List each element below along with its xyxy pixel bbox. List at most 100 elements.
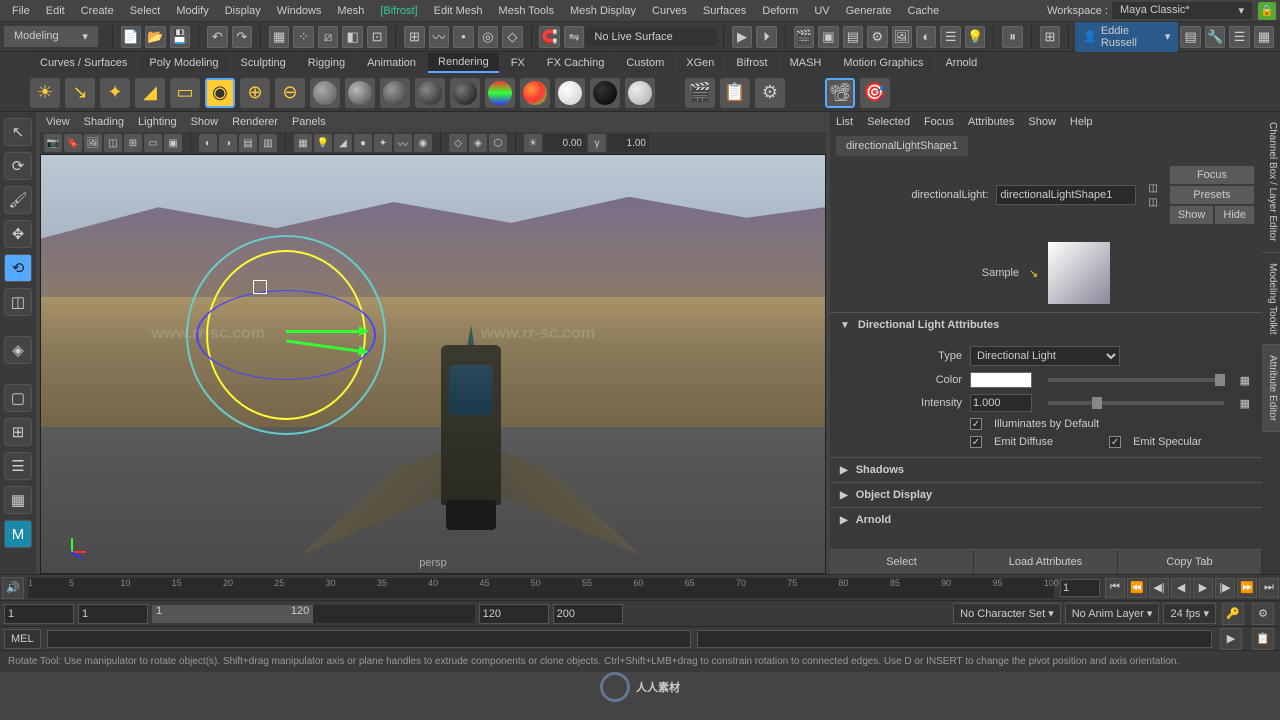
rtab-attr-editor[interactable]: Attribute Editor xyxy=(1262,345,1280,432)
light-link-icon[interactable]: ⊕ xyxy=(240,78,270,108)
shader-sss-icon[interactable] xyxy=(520,78,550,108)
go-start-button[interactable]: ⏮ xyxy=(1105,578,1125,598)
ipr-icon[interactable]: ▤ xyxy=(843,26,863,48)
menu-curves[interactable]: Curves xyxy=(644,2,695,20)
play-start-field[interactable]: 1 xyxy=(78,604,148,624)
live-surface-field[interactable]: No Live Surface xyxy=(586,28,716,46)
menu-windows[interactable]: Windows xyxy=(269,2,330,20)
checker-icon[interactable]: ▦ xyxy=(1240,374,1250,387)
output-conn-icon[interactable]: ◫ xyxy=(1148,197,1157,208)
vp-cam-icon[interactable]: 📷 xyxy=(44,134,62,152)
load-attrs-button[interactable]: Load Attributes xyxy=(974,550,1118,574)
rtab-modeling[interactable]: Modeling Toolkit xyxy=(1262,253,1280,346)
attr-menu-help[interactable]: Help xyxy=(1070,116,1093,128)
step-back-key-button[interactable]: ⏪ xyxy=(1127,578,1147,598)
vp-light-icon[interactable]: 💡 xyxy=(314,134,332,152)
menu-mesh[interactable]: Mesh xyxy=(329,2,372,20)
time-slider-track[interactable]: 1 5 10 15 20 25 30 35 40 45 50 55 60 65 … xyxy=(28,578,1054,598)
emit-diffuse-checkbox[interactable] xyxy=(970,436,982,448)
vp-menu-renderer[interactable]: Renderer xyxy=(232,116,278,128)
character-set-select[interactable]: No Character Set ▾ xyxy=(953,603,1061,624)
render-icon[interactable]: 🎬 xyxy=(794,26,814,48)
layout-outliner-icon[interactable]: ☰ xyxy=(4,452,32,480)
vp-film-icon[interactable]: ▭ xyxy=(144,134,162,152)
hide-button[interactable]: Hide xyxy=(1215,206,1254,224)
menu-file[interactable]: File xyxy=(4,2,38,20)
menu-create[interactable]: Create xyxy=(73,2,122,20)
step-fwd-key-button[interactable]: ⏩ xyxy=(1237,578,1257,598)
shader-blinn-icon[interactable] xyxy=(345,78,375,108)
light-editor-icon[interactable]: 💡 xyxy=(965,26,985,48)
layout-four-icon[interactable]: ⊞ xyxy=(4,418,32,446)
section-shadows[interactable]: ▶Shadows xyxy=(830,458,1262,482)
paint-select-tool[interactable]: 🖌 xyxy=(4,186,32,214)
current-frame-field[interactable]: 1 xyxy=(1060,579,1100,597)
step-fwd-button[interactable]: |▶ xyxy=(1215,578,1235,598)
vp-shadesel-icon[interactable]: ◑ xyxy=(219,134,237,152)
vp-wireshade-icon[interactable]: ▥ xyxy=(259,134,277,152)
shelf-tab-fx[interactable]: FX xyxy=(501,54,535,72)
lasso-tool[interactable]: ⟳ xyxy=(4,152,32,180)
presets-button[interactable]: Presets xyxy=(1170,186,1254,204)
vp-menu-shading[interactable]: Shading xyxy=(84,116,124,128)
shelf-tab-sculpt[interactable]: Sculpting xyxy=(231,54,296,72)
file-save-icon[interactable]: 💾 xyxy=(170,26,190,48)
vp-menu-lighting[interactable]: Lighting xyxy=(138,116,177,128)
panel-ch-icon[interactable]: ▤ xyxy=(1180,26,1200,48)
menu-display[interactable]: Display xyxy=(217,2,269,20)
file-open-icon[interactable]: 📂 xyxy=(145,26,165,48)
vp-motion-icon[interactable]: 〰 xyxy=(394,134,412,152)
shader-lambert-icon[interactable] xyxy=(310,78,340,108)
shelf-tab-poly[interactable]: Poly Modeling xyxy=(139,54,228,72)
select-button[interactable]: Select xyxy=(830,550,974,574)
vp-menu-show[interactable]: Show xyxy=(191,116,219,128)
type-select[interactable]: Directional Light xyxy=(970,346,1120,366)
layout-single-icon[interactable]: ▢ xyxy=(4,384,32,412)
vp-wire-icon[interactable]: ▤ xyxy=(239,134,257,152)
shelf-tab-rig[interactable]: Rigging xyxy=(298,54,355,72)
attr-menu-focus[interactable]: Focus xyxy=(924,116,954,128)
spot-light-icon[interactable]: ◢ xyxy=(135,78,165,108)
cmd-lang-select[interactable]: MEL xyxy=(4,629,41,649)
last-tool[interactable]: ◈ xyxy=(4,336,32,364)
playblast-icon[interactable]: 🎯 xyxy=(860,78,890,108)
menu-bifrost[interactable]: [Bifrost] xyxy=(372,2,425,20)
render-prefs-icon[interactable]: ⚙ xyxy=(755,78,785,108)
file-new-icon[interactable]: 📄 xyxy=(121,26,141,48)
anim-end-field[interactable]: 200 xyxy=(553,604,623,624)
panel-attr-icon[interactable]: ☰ xyxy=(1229,26,1249,48)
shader-white-icon[interactable] xyxy=(555,78,585,108)
panel-tool-icon[interactable]: 🔧 xyxy=(1205,26,1225,48)
snap-curve-icon[interactable]: 〰 xyxy=(429,26,449,48)
shelf-tab-custom[interactable]: Custom xyxy=(616,54,674,72)
shader-ramp-icon[interactable] xyxy=(450,78,480,108)
vp-ao-icon[interactable]: ● xyxy=(354,134,372,152)
attr-node-tab[interactable]: directionalLightShape1 xyxy=(836,136,968,156)
anim-layer-select[interactable]: No Anim Layer ▾ xyxy=(1065,603,1160,624)
play-button[interactable]: ▶ xyxy=(1193,578,1213,598)
shelf-tab-arnold[interactable]: Arnold xyxy=(935,54,987,72)
play-back-button[interactable]: ◀ xyxy=(1171,578,1191,598)
move-tool[interactable]: ✥ xyxy=(4,220,32,248)
ambient-light-icon[interactable]: ☀ xyxy=(30,78,60,108)
vp-iso-icon[interactable]: ◇ xyxy=(449,134,467,152)
rtab-channelbox[interactable]: Channel Box / Layer Editor xyxy=(1262,112,1280,253)
sel-obj-icon[interactable]: ▦ xyxy=(269,26,289,48)
attr-menu-list[interactable]: List xyxy=(836,116,853,128)
layout-persp-icon[interactable]: ▦ xyxy=(4,486,32,514)
snap-view-icon[interactable]: ◇ xyxy=(502,26,522,48)
render-sequence-icon[interactable]: 📽 xyxy=(825,78,855,108)
light-unlink-icon[interactable]: ⊖ xyxy=(275,78,305,108)
vp-exposure-icon[interactable]: ☀ xyxy=(524,134,542,152)
menu-generate[interactable]: Generate xyxy=(838,2,900,20)
vp-shadow-icon[interactable]: ◢ xyxy=(334,134,352,152)
shader-layer-icon[interactable] xyxy=(485,78,515,108)
directional-light-icon[interactable]: ↘ xyxy=(65,78,95,108)
attr-menu-attrs[interactable]: Attributes xyxy=(968,116,1014,128)
illuminates-checkbox[interactable] xyxy=(970,418,982,430)
const-hist-icon[interactable]: ⏵ xyxy=(756,26,776,48)
shelf-tab-anim[interactable]: Animation xyxy=(357,54,426,72)
color-slider[interactable] xyxy=(1048,378,1224,382)
vp-gamma-icon[interactable]: γ xyxy=(588,134,606,152)
attr-menu-show[interactable]: Show xyxy=(1028,116,1056,128)
